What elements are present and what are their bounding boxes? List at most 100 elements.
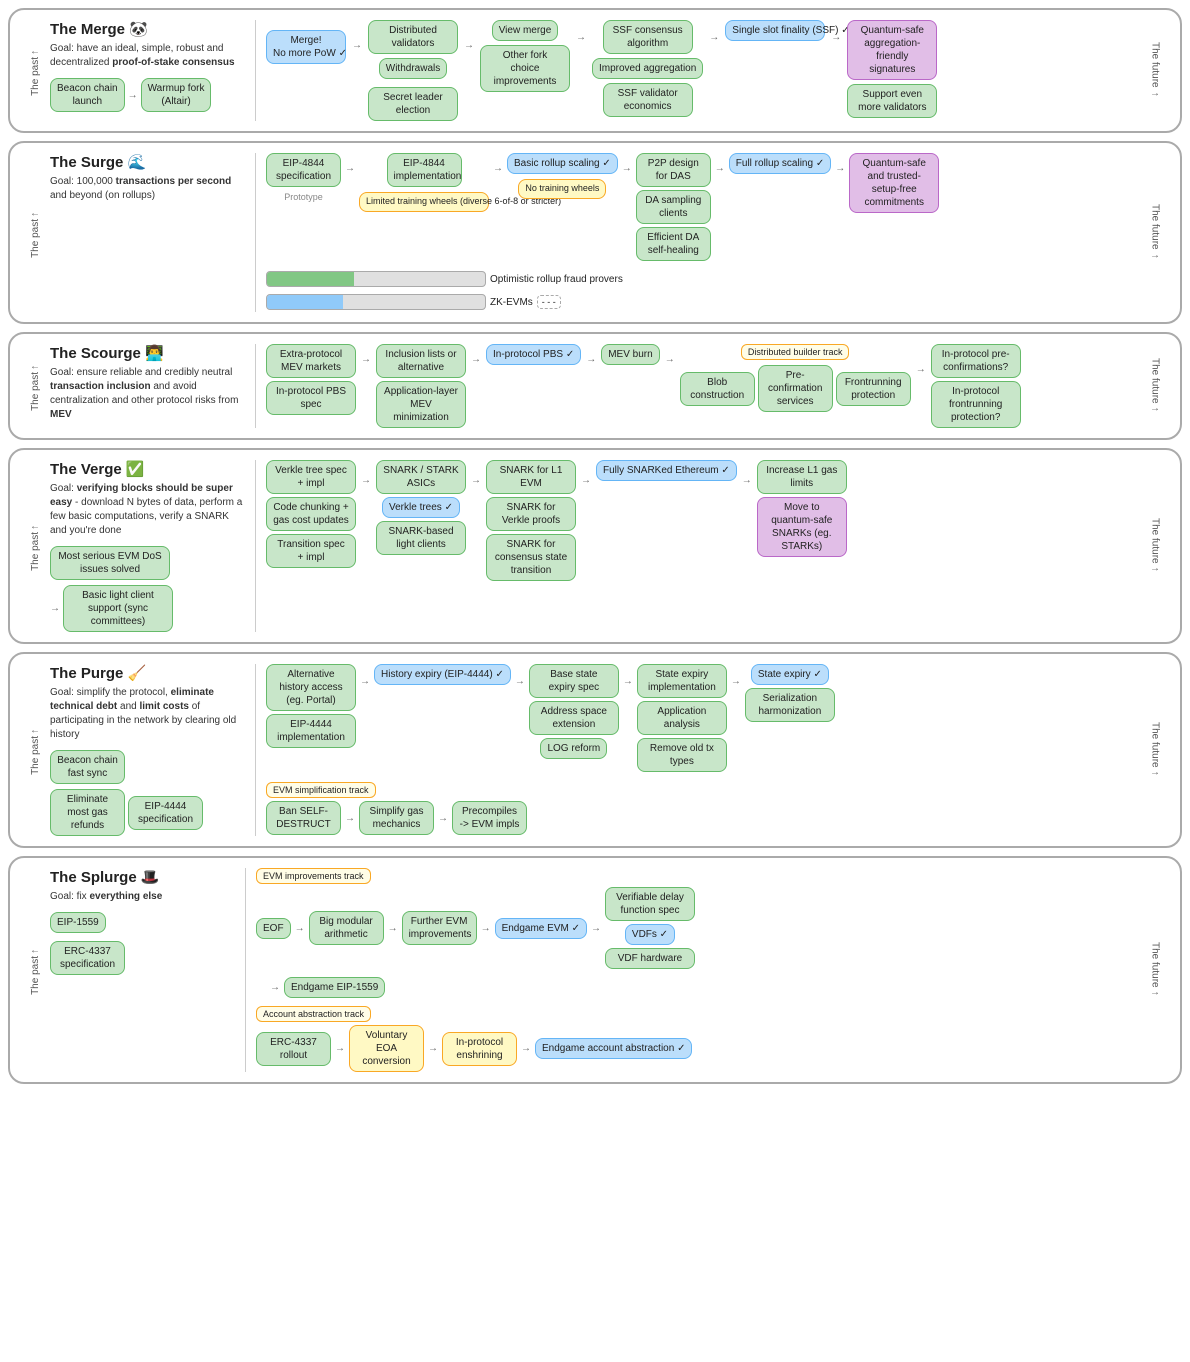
purge-left-arrow: ← The past	[20, 725, 50, 775]
verge-title-col: The Verge ✅ Goal: verifying blocks shoul…	[50, 460, 245, 632]
address-space-node: Address space extension	[529, 701, 619, 735]
merge-divider	[255, 20, 256, 121]
beacon-chain-node: Beacon chainlaunch	[50, 78, 125, 112]
verge-title: The Verge ✅	[50, 460, 245, 478]
purge-divider	[255, 664, 256, 836]
eof-node: EOF	[256, 918, 291, 939]
code-chunking-node: Code chunking + gas cost updates	[266, 497, 356, 531]
merge-body: The Merge 🐼 Goal: have an ideal, simple,…	[50, 20, 1140, 121]
merge-section: ← The past The Merge 🐼 Goal: have an ide…	[8, 8, 1182, 133]
fraud-provers-label: Optimistic rollup fraud provers	[490, 274, 623, 285]
withdrawals-node: Withdrawals	[379, 58, 447, 79]
quantum-safe-commit-node: Quantum-safe and trusted-setup-free comm…	[849, 153, 939, 213]
surge-title-col: The Surge 🌊 Goal: 100,000 transactions p…	[50, 153, 245, 203]
endgame-account-node: Endgame account abstraction	[535, 1038, 692, 1059]
verge-right-arrow: The future →	[1140, 518, 1170, 575]
page-wrapper: ← The past The Merge 🐼 Goal: have an ide…	[0, 0, 1190, 1092]
verge-section: ← The past The Verge ✅ Goal: verifying b…	[8, 448, 1182, 644]
scourge-left-arrow: ← The past	[20, 361, 50, 411]
splurge-title: The Splurge 🎩	[50, 868, 235, 886]
vdf-hardware-node: VDF hardware	[605, 948, 695, 969]
surge-section: ← The past The Surge 🌊 Goal: 100,000 tra…	[8, 141, 1182, 324]
surge-title: The Surge 🌊	[50, 153, 245, 171]
quantum-safe-snarks-node: Move to quantum-safe SNARKs (eg. STARKs)	[757, 497, 847, 557]
verge-goal: Goal: verifying blocks should be super e…	[50, 482, 245, 538]
limited-training-node: Limited training wheels (diverse 6-of-8 …	[359, 192, 489, 212]
scourge-body: The Scourge 👨‍💻 Goal: ensure reliable an…	[50, 344, 1140, 428]
erc4337-spec-node: ERC-4337 specification	[50, 941, 125, 975]
surge-goal: Goal: 100,000 transactions per second an…	[50, 175, 245, 203]
fully-snarked-node: Fully SNARKed Ethereum	[596, 460, 737, 481]
simplify-gas-node: Simplify gas mechanics	[359, 801, 434, 835]
p2p-das-node: P2P design for DAS	[636, 153, 711, 187]
efficient-da-node: Efficient DA self-healing	[636, 227, 711, 261]
merge-title-col: The Merge 🐼 Goal: have an ideal, simple,…	[50, 20, 245, 112]
scourge-title-col: The Scourge 👨‍💻 Goal: ensure reliable an…	[50, 344, 245, 422]
eip4844-spec-node: EIP-4844 specification	[266, 153, 341, 187]
verge-divider	[255, 460, 256, 632]
scourge-right-arrow: The future →	[1140, 358, 1170, 415]
application-analysis-node: Application analysis	[637, 701, 727, 735]
ssf-consensus-node: SSF consensus algorithm	[603, 20, 693, 54]
surge-divider	[255, 153, 256, 312]
surge-body: The Surge 🌊 Goal: 100,000 transactions p…	[50, 153, 1140, 312]
purge-right-arrow: The future →	[1140, 722, 1170, 779]
in-protocol-preconf-node: In-protocol pre-confirmations?	[931, 344, 1021, 378]
verge-body: The Verge ✅ Goal: verifying blocks shoul…	[50, 460, 1140, 632]
scourge-divider	[255, 344, 256, 428]
in-protocol-enshrining-node: In-protocol enshrining	[442, 1032, 517, 1066]
further-evm-node: Further EVM improvements	[402, 911, 477, 945]
no-training-wheels-node: No training wheels	[518, 179, 606, 199]
eliminate-gas-refunds-node: Eliminate most gas refunds	[50, 789, 125, 836]
preconfirmation-services-node: Pre-confirmation services	[758, 365, 833, 412]
purge-body: The Purge 🧹 Goal: simplify the protocol,…	[50, 664, 1140, 836]
verkle-spec-node: Verkle tree spec + impl	[266, 460, 356, 494]
inclusion-lists-node: Inclusion lists or alternative	[376, 344, 466, 378]
merge-flow: Merge!No more PoW → Distributed validato…	[266, 20, 1140, 121]
surge-left-arrow: ← The past	[20, 208, 50, 258]
app-layer-mev-node: Application-layer MEV minimization	[376, 381, 466, 428]
merge-goal: Goal: have an ideal, simple, robust and …	[50, 42, 245, 70]
blob-construction-node: Blob construction	[680, 372, 755, 406]
history-expiry-node: History expiry (EIP-4444)	[374, 664, 511, 685]
verge-left-arrow: ← The past	[20, 521, 50, 571]
state-expiry-node: State expiry	[751, 664, 829, 685]
merge-past-nodes: Beacon chainlaunch → Warmup fork(Altair)	[50, 78, 211, 112]
da-sampling-node: DA sampling clients	[636, 190, 711, 224]
scourge-goal: Goal: ensure reliable and credibly neutr…	[50, 366, 245, 422]
verkle-trees-node: Verkle trees	[382, 497, 460, 518]
snark-l1-evm-node: SNARK for L1 EVM	[486, 460, 576, 494]
ssf-node: Single slot finality (SSF)	[725, 20, 825, 41]
merge-right-arrow: The future →	[1140, 42, 1170, 99]
eip1559-node: EIP-1559	[50, 912, 106, 933]
view-merge-node: View merge	[492, 20, 559, 41]
basic-rollup-node: Basic rollup scaling	[507, 153, 618, 174]
evm-dos-node: Most serious EVM DoS issues solved	[50, 546, 170, 580]
snark-verkle-node: SNARK for Verkle proofs	[486, 497, 576, 531]
fork-choice-node: Other fork choice improvements	[480, 45, 570, 92]
erc4337-rollout-node: ERC-4337 rollout	[256, 1032, 331, 1066]
snark-light-clients-node: SNARK-based light clients	[376, 521, 466, 555]
snark-stark-asics-node: SNARK / STARK ASICs	[376, 460, 466, 494]
scourge-flow: Extra-protocol MEV markets In-protocol P…	[266, 344, 1140, 428]
eip4444-impl-node: EIP-4444 implementation	[266, 714, 356, 748]
evm-improvements-label: EVM improvements track	[256, 868, 371, 884]
basic-light-client-node: Basic light client support (sync committ…	[63, 585, 173, 632]
endgame-eip1559-node: Endgame EIP-1559	[284, 977, 385, 998]
beacon-fast-sync-node: Beacon chain fast sync	[50, 750, 125, 784]
splurge-flow: EVM improvements track EOF → Big modular…	[256, 868, 1140, 1072]
surge-flow: EIP-4844 specification Prototype → EIP-4…	[266, 153, 1140, 312]
scourge-title: The Scourge 👨‍💻	[50, 344, 245, 362]
purge-goal: Goal: simplify the protocol, eliminate t…	[50, 686, 245, 742]
eip4844-impl-node: EIP-4844 implementation	[387, 153, 462, 187]
vdfs-node: VDFs	[625, 924, 675, 945]
surge-right-arrow: The future →	[1140, 204, 1170, 261]
splurge-section: ← The past The Splurge 🎩 Goal: fix every…	[8, 856, 1182, 1084]
log-reform-node: LOG reform	[540, 738, 607, 759]
voluntary-eoa-node: Voluntary EOA conversion	[349, 1025, 424, 1072]
purge-title: The Purge 🧹	[50, 664, 245, 682]
base-state-spec-node: Base state expiry spec	[529, 664, 619, 698]
in-protocol-pbs-spec-node: In-protocol PBS spec	[266, 381, 356, 415]
vdf-spec-node: Verifiable delay function spec	[605, 887, 695, 921]
splurge-body: The Splurge 🎩 Goal: fix everything else …	[50, 868, 1140, 1072]
